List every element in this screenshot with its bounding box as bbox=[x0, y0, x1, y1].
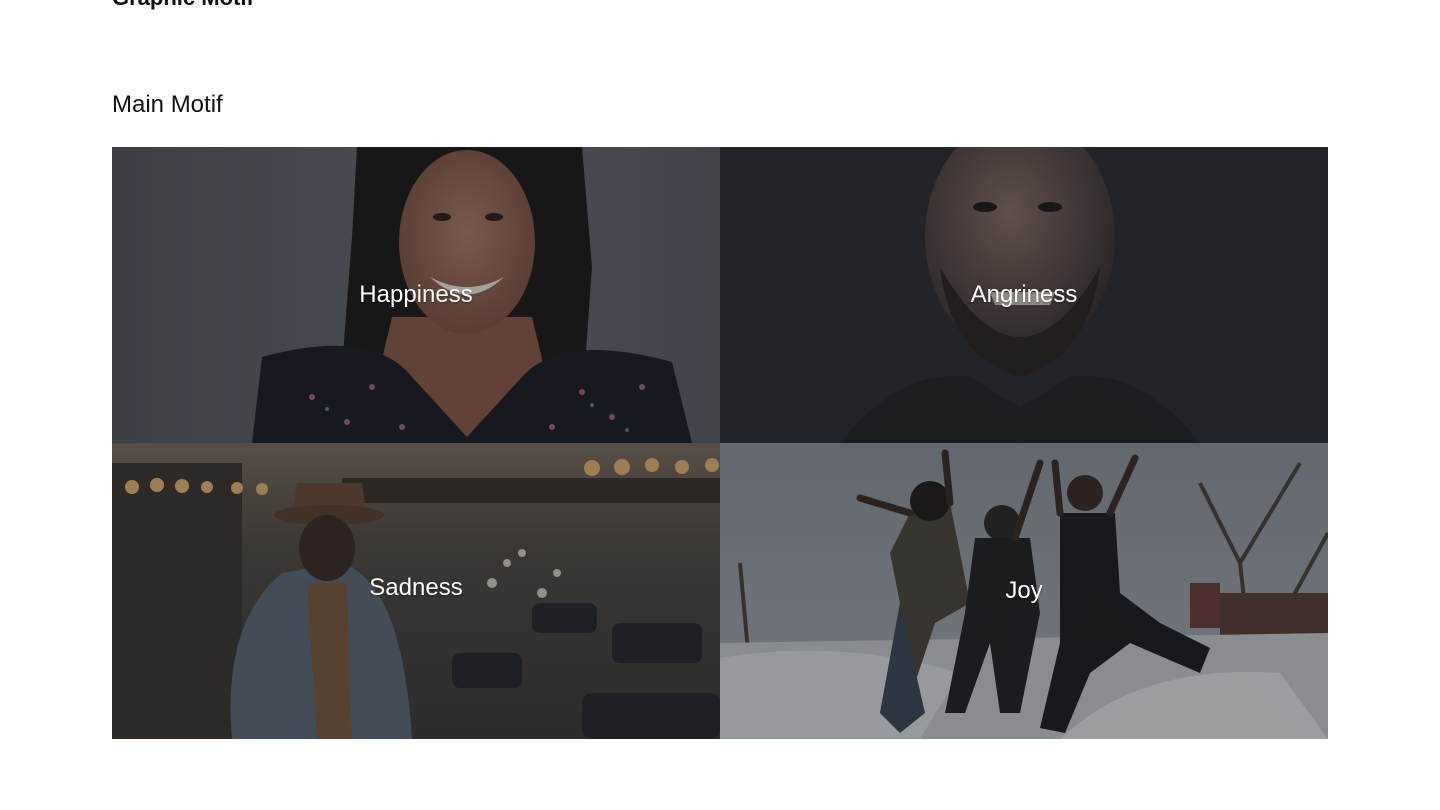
motif-card-joy[interactable]: Joy bbox=[720, 443, 1328, 739]
motif-label: Joy bbox=[1005, 577, 1043, 604]
page-heading: Graphic Motif bbox=[112, 0, 254, 10]
motif-grid: Happiness Angriness Sadness Joy bbox=[112, 147, 1328, 739]
motif-card-happiness[interactable]: Happiness bbox=[112, 147, 720, 443]
motif-card-sadness[interactable]: Sadness bbox=[112, 443, 720, 739]
page: Graphic Motif Main Motif bbox=[0, 0, 1440, 810]
motif-label: Angriness bbox=[970, 281, 1078, 308]
motif-card-angriness[interactable]: Angriness bbox=[720, 147, 1328, 443]
section-title: Main Motif bbox=[112, 91, 223, 118]
motif-label: Sadness bbox=[369, 574, 463, 602]
motif-label: Happiness bbox=[359, 281, 473, 308]
